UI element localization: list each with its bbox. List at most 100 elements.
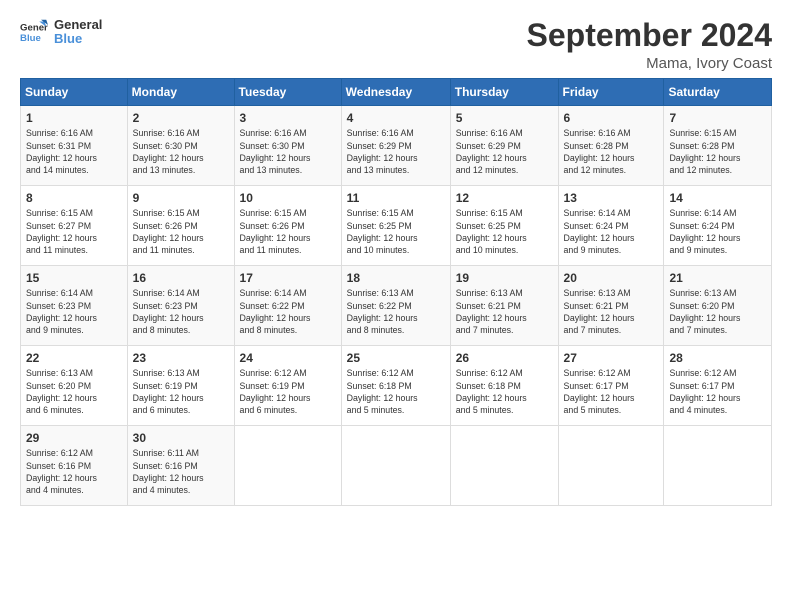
day-number: 11 [347,190,445,206]
day-info: Sunrise: 6:14 AMSunset: 6:23 PMDaylight:… [133,287,229,336]
day-number: 21 [669,270,766,286]
day-number: 20 [564,270,659,286]
calendar-cell: 24Sunrise: 6:12 AMSunset: 6:19 PMDayligh… [234,346,341,426]
col-header-tuesday: Tuesday [234,79,341,106]
day-number: 18 [347,270,445,286]
calendar-cell: 13Sunrise: 6:14 AMSunset: 6:24 PMDayligh… [558,186,664,266]
day-number: 29 [26,430,122,446]
calendar: SundayMondayTuesdayWednesdayThursdayFrid… [20,78,772,506]
calendar-cell: 22Sunrise: 6:13 AMSunset: 6:20 PMDayligh… [21,346,128,426]
location-title: Mama, Ivory Coast [527,55,772,72]
calendar-cell: 11Sunrise: 6:15 AMSunset: 6:25 PMDayligh… [341,186,450,266]
day-info: Sunrise: 6:12 AMSunset: 6:18 PMDaylight:… [456,367,553,416]
day-info: Sunrise: 6:11 AMSunset: 6:16 PMDaylight:… [133,447,229,496]
day-number: 10 [240,190,336,206]
day-number: 19 [456,270,553,286]
calendar-cell: 18Sunrise: 6:13 AMSunset: 6:22 PMDayligh… [341,266,450,346]
day-number: 9 [133,190,229,206]
col-header-friday: Friday [558,79,664,106]
calendar-cell: 21Sunrise: 6:13 AMSunset: 6:20 PMDayligh… [664,266,772,346]
day-number: 25 [347,350,445,366]
day-number: 30 [133,430,229,446]
day-number: 5 [456,110,553,126]
day-number: 16 [133,270,229,286]
day-number: 15 [26,270,122,286]
calendar-cell: 4Sunrise: 6:16 AMSunset: 6:29 PMDaylight… [341,106,450,186]
title-block: September 2024 Mama, Ivory Coast [527,18,772,72]
day-info: Sunrise: 6:14 AMSunset: 6:22 PMDaylight:… [240,287,336,336]
day-info: Sunrise: 6:12 AMSunset: 6:19 PMDaylight:… [240,367,336,416]
calendar-cell: 12Sunrise: 6:15 AMSunset: 6:25 PMDayligh… [450,186,558,266]
day-info: Sunrise: 6:16 AMSunset: 6:29 PMDaylight:… [456,127,553,176]
col-header-monday: Monday [127,79,234,106]
calendar-cell [450,426,558,506]
calendar-cell: 30Sunrise: 6:11 AMSunset: 6:16 PMDayligh… [127,426,234,506]
calendar-cell: 17Sunrise: 6:14 AMSunset: 6:22 PMDayligh… [234,266,341,346]
day-info: Sunrise: 6:13 AMSunset: 6:21 PMDaylight:… [564,287,659,336]
calendar-cell: 7Sunrise: 6:15 AMSunset: 6:28 PMDaylight… [664,106,772,186]
calendar-cell: 15Sunrise: 6:14 AMSunset: 6:23 PMDayligh… [21,266,128,346]
day-info: Sunrise: 6:16 AMSunset: 6:28 PMDaylight:… [564,127,659,176]
day-number: 4 [347,110,445,126]
day-info: Sunrise: 6:12 AMSunset: 6:17 PMDaylight:… [669,367,766,416]
day-number: 24 [240,350,336,366]
day-info: Sunrise: 6:15 AMSunset: 6:27 PMDaylight:… [26,207,122,256]
col-header-thursday: Thursday [450,79,558,106]
calendar-cell: 1Sunrise: 6:16 AMSunset: 6:31 PMDaylight… [21,106,128,186]
day-info: Sunrise: 6:13 AMSunset: 6:19 PMDaylight:… [133,367,229,416]
day-number: 2 [133,110,229,126]
day-info: Sunrise: 6:12 AMSunset: 6:16 PMDaylight:… [26,447,122,496]
day-info: Sunrise: 6:14 AMSunset: 6:24 PMDaylight:… [564,207,659,256]
day-info: Sunrise: 6:13 AMSunset: 6:20 PMDaylight:… [26,367,122,416]
calendar-cell: 23Sunrise: 6:13 AMSunset: 6:19 PMDayligh… [127,346,234,426]
day-number: 27 [564,350,659,366]
month-title: September 2024 [527,18,772,53]
day-number: 28 [669,350,766,366]
calendar-cell [234,426,341,506]
calendar-cell: 5Sunrise: 6:16 AMSunset: 6:29 PMDaylight… [450,106,558,186]
day-info: Sunrise: 6:15 AMSunset: 6:28 PMDaylight:… [669,127,766,176]
day-number: 13 [564,190,659,206]
calendar-cell: 14Sunrise: 6:14 AMSunset: 6:24 PMDayligh… [664,186,772,266]
calendar-cell: 3Sunrise: 6:16 AMSunset: 6:30 PMDaylight… [234,106,341,186]
day-number: 1 [26,110,122,126]
day-info: Sunrise: 6:13 AMSunset: 6:20 PMDaylight:… [669,287,766,336]
calendar-cell: 6Sunrise: 6:16 AMSunset: 6:28 PMDaylight… [558,106,664,186]
col-header-saturday: Saturday [664,79,772,106]
col-header-sunday: Sunday [21,79,128,106]
day-info: Sunrise: 6:15 AMSunset: 6:26 PMDaylight:… [133,207,229,256]
day-info: Sunrise: 6:16 AMSunset: 6:30 PMDaylight:… [240,127,336,176]
calendar-cell: 25Sunrise: 6:12 AMSunset: 6:18 PMDayligh… [341,346,450,426]
calendar-cell: 10Sunrise: 6:15 AMSunset: 6:26 PMDayligh… [234,186,341,266]
day-info: Sunrise: 6:15 AMSunset: 6:25 PMDaylight:… [456,207,553,256]
day-info: Sunrise: 6:12 AMSunset: 6:18 PMDaylight:… [347,367,445,416]
day-number: 6 [564,110,659,126]
calendar-cell: 9Sunrise: 6:15 AMSunset: 6:26 PMDaylight… [127,186,234,266]
day-info: Sunrise: 6:12 AMSunset: 6:17 PMDaylight:… [564,367,659,416]
day-number: 26 [456,350,553,366]
col-header-wednesday: Wednesday [341,79,450,106]
logo: General Blue General Blue [20,18,102,47]
calendar-cell: 29Sunrise: 6:12 AMSunset: 6:16 PMDayligh… [21,426,128,506]
day-number: 12 [456,190,553,206]
calendar-cell: 20Sunrise: 6:13 AMSunset: 6:21 PMDayligh… [558,266,664,346]
day-info: Sunrise: 6:14 AMSunset: 6:23 PMDaylight:… [26,287,122,336]
calendar-cell: 16Sunrise: 6:14 AMSunset: 6:23 PMDayligh… [127,266,234,346]
calendar-cell: 27Sunrise: 6:12 AMSunset: 6:17 PMDayligh… [558,346,664,426]
calendar-cell [558,426,664,506]
calendar-cell [664,426,772,506]
day-number: 8 [26,190,122,206]
day-number: 3 [240,110,336,126]
svg-text:Blue: Blue [20,33,41,44]
day-info: Sunrise: 6:15 AMSunset: 6:25 PMDaylight:… [347,207,445,256]
calendar-cell: 8Sunrise: 6:15 AMSunset: 6:27 PMDaylight… [21,186,128,266]
calendar-cell: 2Sunrise: 6:16 AMSunset: 6:30 PMDaylight… [127,106,234,186]
day-info: Sunrise: 6:15 AMSunset: 6:26 PMDaylight:… [240,207,336,256]
day-number: 23 [133,350,229,366]
day-info: Sunrise: 6:16 AMSunset: 6:30 PMDaylight:… [133,127,229,176]
day-info: Sunrise: 6:13 AMSunset: 6:22 PMDaylight:… [347,287,445,336]
day-info: Sunrise: 6:14 AMSunset: 6:24 PMDaylight:… [669,207,766,256]
day-info: Sunrise: 6:13 AMSunset: 6:21 PMDaylight:… [456,287,553,336]
day-info: Sunrise: 6:16 AMSunset: 6:29 PMDaylight:… [347,127,445,176]
day-info: Sunrise: 6:16 AMSunset: 6:31 PMDaylight:… [26,127,122,176]
